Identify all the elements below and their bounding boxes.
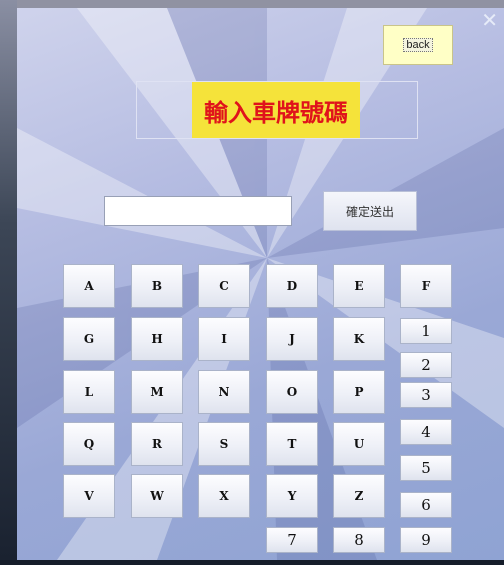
key-s[interactable]: S (198, 422, 250, 466)
key-c[interactable]: C (198, 264, 250, 308)
key-x[interactable]: X (198, 474, 250, 518)
key-l[interactable]: L (63, 370, 115, 414)
back-button[interactable]: back (383, 25, 453, 65)
key-g[interactable]: G (63, 317, 115, 361)
key-f[interactable]: F (400, 264, 452, 308)
key-r[interactable]: R (131, 422, 183, 466)
key-y[interactable]: Y (266, 474, 318, 518)
key-d[interactable]: D (266, 264, 318, 308)
key-u[interactable]: U (333, 422, 385, 466)
title-frame: 輸入車牌號碼 (136, 81, 418, 139)
key-e[interactable]: E (333, 264, 385, 308)
key-w[interactable]: W (131, 474, 183, 518)
key-5[interactable]: 5 (400, 455, 452, 481)
key-m[interactable]: M (131, 370, 183, 414)
key-o[interactable]: O (266, 370, 318, 414)
taskbar-edge (0, 560, 504, 565)
key-6[interactable]: 6 (400, 492, 452, 518)
key-t[interactable]: T (266, 422, 318, 466)
back-button-label: back (403, 38, 433, 52)
key-q[interactable]: Q (63, 422, 115, 466)
key-b[interactable]: B (131, 264, 183, 308)
key-a[interactable]: A (63, 264, 115, 308)
desktop-top-edge (17, 0, 504, 8)
key-7[interactable]: 7 (266, 527, 318, 553)
key-k[interactable]: K (333, 317, 385, 361)
key-n[interactable]: N (198, 370, 250, 414)
page-title-text: 輸入車牌號碼 (204, 98, 348, 127)
key-h[interactable]: H (131, 317, 183, 361)
desktop-left-edge (0, 0, 17, 560)
key-2[interactable]: 2 (400, 352, 452, 378)
key-1[interactable]: 1 (400, 318, 452, 344)
plate-number-input[interactable] (104, 196, 292, 226)
key-4[interactable]: 4 (400, 419, 452, 445)
key-v[interactable]: V (63, 474, 115, 518)
screen: ✕ back 輸入車牌號碼 確定送出 A B C D E F G H I J K… (0, 0, 504, 565)
page-title: 輸入車牌號碼 (192, 82, 360, 138)
key-i[interactable]: I (198, 317, 250, 361)
plate-entry-window: ✕ back 輸入車牌號碼 確定送出 A B C D E F G H I J K… (17, 8, 504, 560)
key-p[interactable]: P (333, 370, 385, 414)
key-3[interactable]: 3 (400, 382, 452, 408)
key-8[interactable]: 8 (333, 527, 385, 553)
submit-button[interactable]: 確定送出 (323, 191, 417, 231)
key-j[interactable]: J (266, 317, 318, 361)
close-icon[interactable]: ✕ (481, 10, 498, 30)
key-9[interactable]: 9 (400, 527, 452, 553)
key-z[interactable]: Z (333, 474, 385, 518)
